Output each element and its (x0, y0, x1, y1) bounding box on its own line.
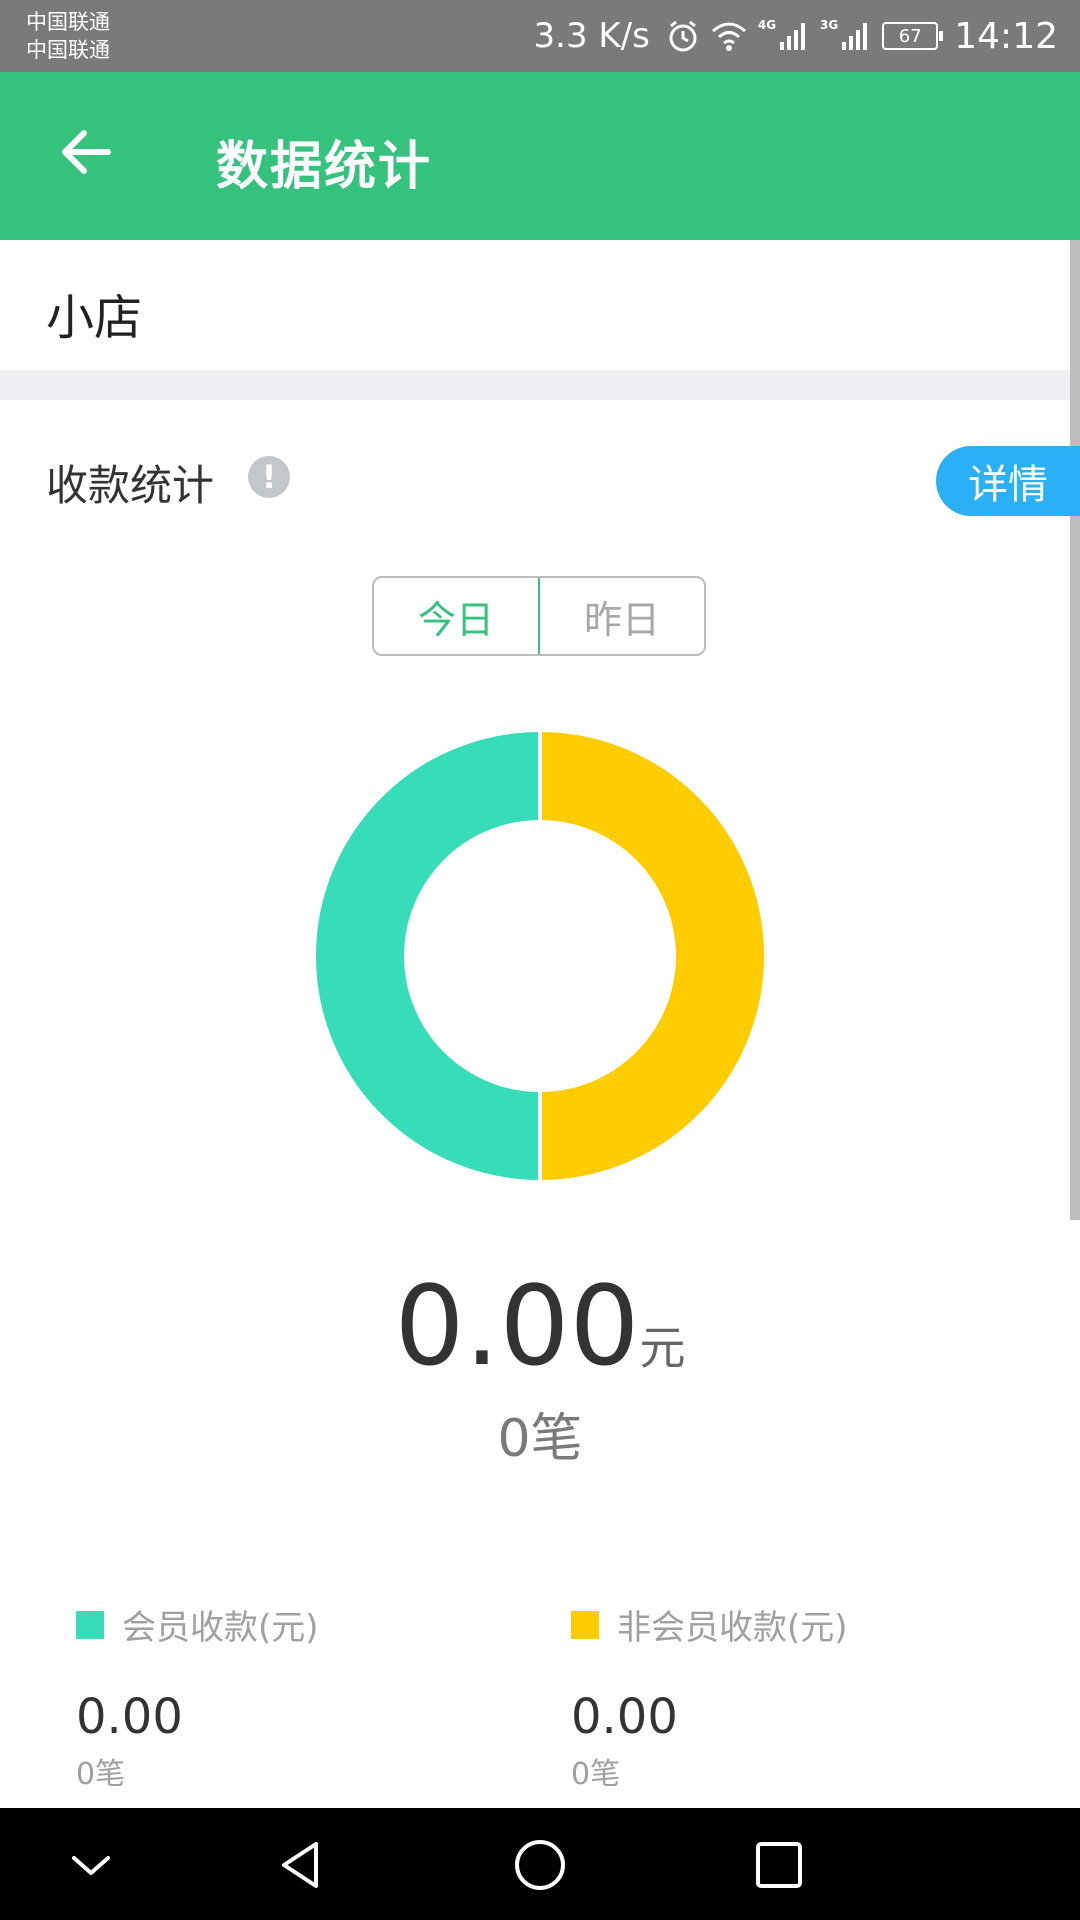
store-row[interactable]: 小店 (0, 240, 1080, 370)
tab-today[interactable]: 今日 (374, 578, 540, 654)
back-triangle-icon[interactable] (274, 1838, 328, 1892)
carrier-2: 中国联通 (26, 38, 110, 62)
chevron-down-icon[interactable] (64, 1838, 118, 1892)
detail-button[interactable]: 详情 (936, 446, 1080, 516)
total-amount: 0.00 (394, 1262, 640, 1390)
carrier-labels: 中国联通 中国联通 (26, 8, 110, 64)
section-title: 收款统计 (46, 461, 215, 510)
tab-today-label: 今日 (417, 597, 494, 642)
legend-swatch-member (76, 1610, 104, 1639)
donut-slice-member (314, 730, 542, 1182)
total-count: 0笔 (497, 1409, 583, 1469)
store-name: 小店 (46, 290, 143, 346)
network-speed: 3.3 K/s (533, 16, 650, 56)
detail-button-label: 详情 (968, 462, 1048, 508)
legend-value-member: 0.00 (76, 1689, 183, 1745)
tab-yesterday-label: 昨日 (583, 597, 660, 642)
page-title: 数据统计 (216, 137, 433, 197)
alarm-icon (669, 20, 697, 52)
legend-count-non-member: 0笔 (571, 1757, 621, 1792)
signal-icon (780, 23, 806, 50)
arrow-left-icon[interactable] (56, 122, 116, 182)
exclamation-circle-icon[interactable]: ! (248, 456, 290, 498)
donut-slice-non-member (538, 730, 766, 1182)
payment-donut-chart (314, 730, 766, 1182)
day-segmented-control: 今日 昨日 (372, 576, 706, 656)
tab-yesterday[interactable]: 昨日 (540, 578, 704, 654)
legend-non-member-head: 非会员收款(元) (571, 1600, 971, 1649)
total-unit: 元 (639, 1321, 686, 1375)
app-bar: 数据统计 (0, 72, 1080, 240)
network-type-4g: 4G (757, 18, 777, 32)
legend-count-member: 0笔 (76, 1757, 126, 1792)
legend-member: 会员收款(元) 0.00 0笔 (76, 1600, 476, 1793)
legend-label-member: 会员收款(元) (122, 1608, 319, 1648)
legend-non-member: 非会员收款(元) 0.00 0笔 (571, 1600, 971, 1793)
carrier-1: 中国联通 (26, 10, 110, 34)
legend-label-non-member: 非会员收款(元) (617, 1608, 848, 1648)
signal-icon (842, 23, 868, 50)
legend-value-non-member: 0.00 (571, 1689, 678, 1745)
system-nav-bar (0, 1808, 1080, 1920)
section-divider (0, 370, 1080, 400)
recents-square-icon[interactable] (752, 1838, 806, 1892)
battery-level: 67 (898, 25, 922, 47)
scrollbar[interactable] (1070, 240, 1080, 1220)
network-type-3g: 3G (820, 18, 839, 32)
battery-icon: 67 (882, 22, 944, 50)
status-bar: 中国联通 中国联通 3.3 K/s 4G 3G 67 14:12 (0, 0, 1080, 72)
status-icons: 3.3 K/s 4G 3G 67 14:12 (534, 0, 1059, 72)
home-circle-icon[interactable] (513, 1838, 567, 1892)
info-symbol: ! (261, 458, 277, 496)
total-amount-line: 0.00元 (0, 1262, 1080, 1390)
legend-swatch-non-member (571, 1610, 599, 1639)
wifi-icon (711, 22, 746, 51)
legend-member-head: 会员收款(元) (76, 1600, 476, 1649)
clock: 14:12 (954, 15, 1058, 57)
